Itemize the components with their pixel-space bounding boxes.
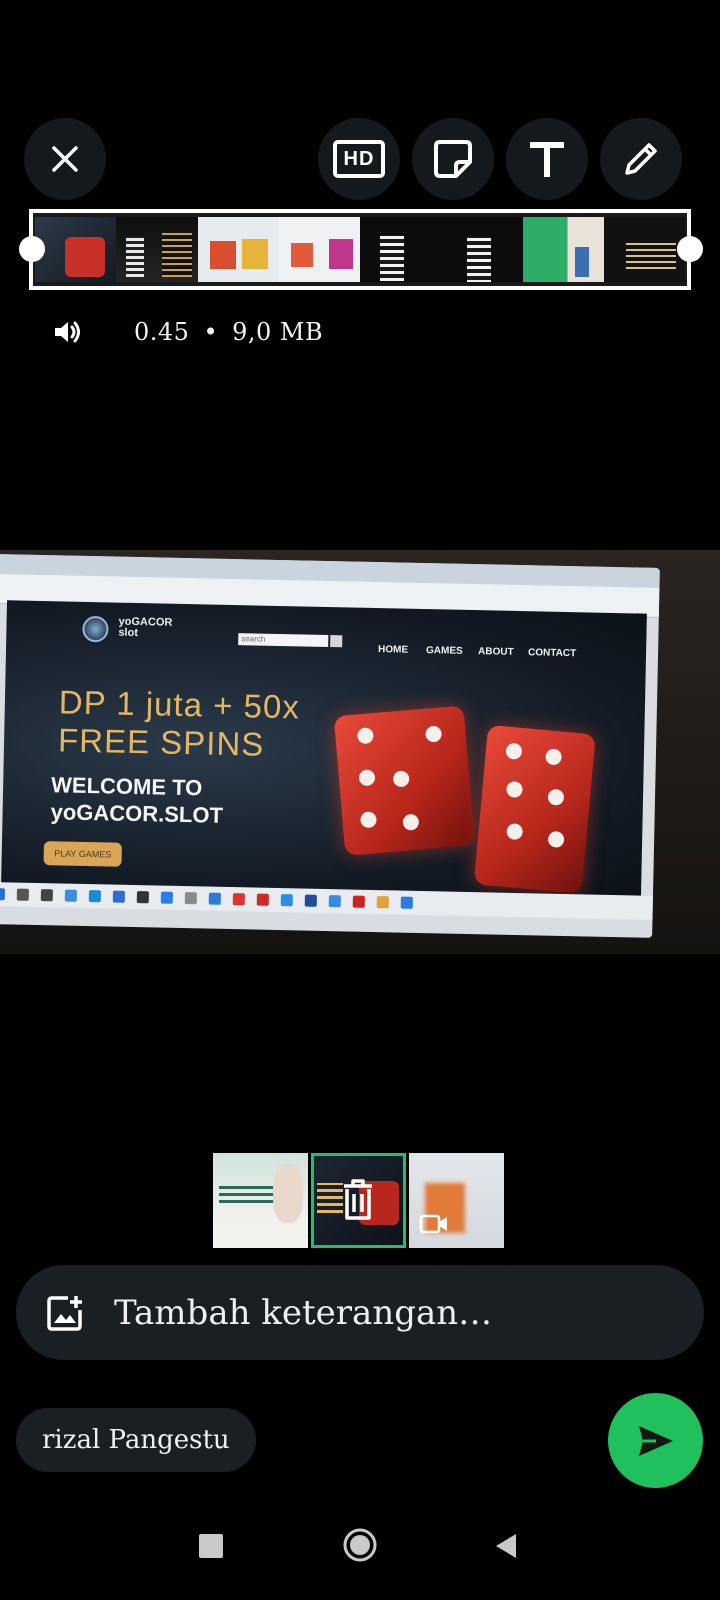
trimmer-frame <box>522 217 604 282</box>
site-search-button <box>330 635 343 648</box>
delete-icon[interactable] <box>340 1178 376 1222</box>
trimmer-frame <box>441 217 523 282</box>
text-icon <box>530 142 564 177</box>
video-info-separator: • <box>203 318 219 346</box>
trimmer-frame <box>35 217 117 282</box>
site-nav-about: ABOUT <box>477 646 514 658</box>
sticker-button[interactable] <box>412 118 494 200</box>
media-thumbnail-selected[interactable] <box>311 1153 406 1248</box>
hd-button[interactable]: HD <box>318 118 400 200</box>
media-preview: yoGACOR slot search HOME GAMES ABOUT CON… <box>0 550 720 954</box>
media-thumbnail[interactable] <box>409 1153 504 1248</box>
trim-end-handle[interactable] <box>677 236 703 262</box>
dice-image <box>333 705 475 856</box>
promo-line1: DP 1 juta + 50x <box>58 683 301 726</box>
pencil-icon <box>625 143 657 175</box>
photo-monitor-screen: yoGACOR slot search HOME GAMES ABOUT CON… <box>0 554 660 938</box>
site-play-games-button: PLAY GAMES <box>43 841 122 867</box>
site-promo-text: DP 1 juta + 50x FREE SPINS <box>58 683 301 764</box>
draw-button[interactable] <box>600 118 682 200</box>
recents-icon[interactable] <box>199 1534 223 1558</box>
caption-input[interactable] <box>114 1292 674 1333</box>
add-media-icon[interactable] <box>46 1294 84 1332</box>
video-info-row: 0.45 • 9,0 MB <box>52 314 323 350</box>
video-duration: 0.45 <box>134 318 190 346</box>
welcome-line2: yoGACOR.SLOT <box>50 799 224 828</box>
site-welcome-text: WELCOME TO yoGACOR.SLOT <box>50 771 223 829</box>
dice-image <box>473 724 596 894</box>
close-button[interactable] <box>24 118 106 200</box>
trimmer-frame <box>360 217 442 282</box>
media-thumbnail[interactable] <box>213 1153 308 1248</box>
back-icon[interactable] <box>494 1532 518 1560</box>
hd-icon: HD <box>333 140 385 178</box>
system-nav-bar <box>0 1528 720 1580</box>
caption-bar[interactable] <box>16 1265 704 1360</box>
volume-icon[interactable] <box>52 318 82 346</box>
welcome-line1: WELCOME TO <box>50 772 203 801</box>
photo-website: yoGACOR slot search HOME GAMES ABOUT CON… <box>1 600 647 898</box>
trimmer-frame <box>603 217 685 282</box>
video-info-text: 0.45 • 9,0 MB <box>134 318 323 346</box>
site-logo-icon <box>82 615 109 643</box>
sticker-icon <box>434 140 472 178</box>
site-nav-contact: CONTACT <box>527 647 577 660</box>
promo-line2: FREE SPINS <box>57 721 265 763</box>
video-camera-icon <box>419 1214 447 1234</box>
close-icon <box>52 146 78 172</box>
trimmer-frames <box>33 213 687 286</box>
send-button[interactable] <box>608 1393 703 1488</box>
video-trimmer[interactable] <box>29 209 691 290</box>
trimmer-frame <box>278 217 360 282</box>
site-search-input: search <box>238 633 329 648</box>
recipient-chip[interactable]: rizal Pangestu <box>16 1408 256 1472</box>
home-icon[interactable] <box>341 1526 379 1564</box>
trimmer-frame <box>116 217 198 282</box>
trimmer-frame <box>197 217 279 282</box>
hd-label: HD <box>343 147 375 170</box>
video-size: 9,0 MB <box>232 318 324 346</box>
site-logo-line2: slot <box>118 626 139 640</box>
site-nav-home: HOME <box>377 644 409 656</box>
site-logo-text: yoGACOR slot <box>118 616 172 640</box>
site-nav-games: GAMES <box>425 645 463 657</box>
send-icon <box>638 1425 673 1456</box>
text-button[interactable] <box>506 118 588 200</box>
trim-start-handle[interactable] <box>19 236 45 262</box>
